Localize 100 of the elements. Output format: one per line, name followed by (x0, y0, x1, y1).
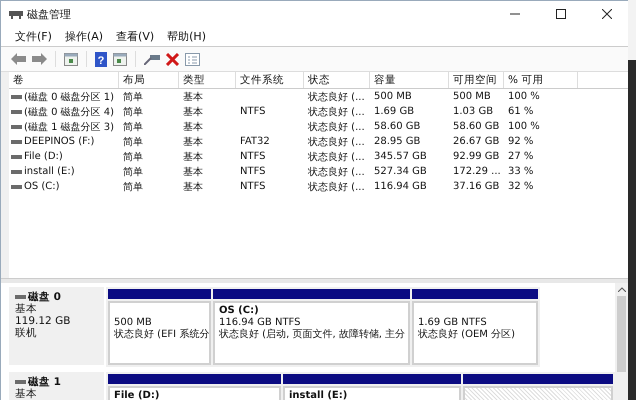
table-cell-text: 92 % (507, 136, 534, 147)
disk-type: 基本 (15, 303, 38, 315)
disk-name: 磁盘 0 (28, 291, 61, 303)
table-cell-text: 基本 (182, 180, 204, 194)
window-title: 磁盘管理 (27, 6, 71, 22)
drive-icon (11, 154, 22, 158)
table-cell-text: 345.57 GB (373, 151, 428, 162)
drive-icon (11, 124, 22, 128)
column-header[interactable]: 文件系统 (236, 72, 304, 88)
close-icon[interactable] (602, 9, 612, 19)
table-cell-text: 简单 (122, 136, 144, 148)
column-header[interactable]: 可用空间 (449, 72, 504, 88)
column-header[interactable]: 布局 (119, 72, 179, 88)
table-cell-text: 1.03 GB (452, 106, 494, 117)
disk-name: 磁盘 1 (28, 376, 61, 388)
delete-icon[interactable] (166, 52, 179, 66)
table-cell-text: 状态良好 (... (307, 180, 366, 194)
table-cell-text: 简单 (122, 166, 144, 178)
scrollbar[interactable] (615, 283, 628, 400)
table-cell-text: 33 % (507, 166, 534, 177)
table-cell-text: 58.60 GB (452, 121, 500, 132)
properties-icon[interactable] (185, 52, 200, 66)
column-header[interactable]: 卷 (9, 72, 119, 88)
table-cell-text: NTFS (239, 106, 267, 117)
partition-detail: 状态良好 (OEM 分区) (418, 329, 516, 341)
table-cell-text: 基本 (182, 120, 204, 134)
table-cell-text: 92.99 GB (452, 151, 500, 162)
disk-size: 119.12 GB (15, 315, 72, 327)
table-cell-text: NTFS (239, 151, 267, 162)
table-cell-text: 26.67 GB (452, 136, 500, 147)
table-cell-text: 状态良好 (... (307, 120, 366, 134)
table-cell-text: NTFS (239, 166, 267, 177)
table-cell-text: 100 % (507, 91, 541, 102)
table-cell-text: 简单 (122, 106, 144, 118)
connect-icon[interactable] (144, 53, 160, 65)
table-cell-text: (磁盘 0 磁盘分区 4) (24, 106, 114, 118)
partition-detail: 状态良好 (启动, 页面文件, 故障转储, 主分 (219, 329, 404, 341)
menu-item[interactable]: 帮助(H) (167, 29, 206, 44)
forward-arrow-icon[interactable] (32, 53, 47, 65)
partition-title: OS (C:) (219, 305, 260, 317)
disk-status: 联机 (15, 327, 38, 339)
table-cell: OS (C:) (24, 181, 60, 192)
drive-icon (15, 380, 26, 384)
table-cell-text: 527.34 GB (373, 166, 428, 177)
column-header[interactable]: % 可用 (504, 72, 578, 88)
table-cell-text: NTFS (239, 181, 267, 192)
table-cell-text: 32 % (507, 181, 534, 192)
table-cell-text: 58.60 GB (373, 121, 422, 132)
maximize-icon[interactable] (556, 9, 566, 19)
panel-icon[interactable] (113, 52, 127, 66)
column-header[interactable]: 状态 (304, 72, 370, 88)
partition-detail: 500 MB (114, 317, 153, 328)
table-cell-text: 100 % (507, 121, 541, 132)
drive-icon (11, 170, 22, 174)
panel-icon[interactable] (64, 52, 78, 66)
partition-title: File (D:) (114, 390, 160, 400)
table-cell-text: 状态良好 (... (307, 106, 366, 118)
partition-detail: 116.94 GB NTFS (219, 317, 302, 328)
table-cell-text: 37.16 GB (452, 181, 500, 192)
help-icon[interactable]: ? (95, 52, 107, 66)
table-cell: install (E:) (24, 166, 75, 177)
menu-item[interactable]: 操作(A) (64, 29, 104, 44)
table-cell-text: 116.94 GB (373, 181, 428, 192)
table-cell-text: 简单 (122, 90, 144, 104)
table-cell-text: 基本 (182, 136, 204, 148)
drive-icon (11, 184, 22, 188)
table-cell-text: 1.69 GB (373, 106, 416, 117)
table-cell-text: 基本 (182, 90, 204, 104)
table-cell: DEEPINOS (F:) (24, 136, 94, 147)
table-cell-text: (磁盘 0 磁盘分区 1) (24, 90, 114, 104)
drive-icon (11, 110, 22, 114)
table-cell-text: FAT32 (239, 136, 271, 147)
drive-icon (11, 94, 22, 98)
table-cell-text: 基本 (182, 106, 204, 118)
table-cell-text: 基本 (182, 150, 204, 164)
table-cell-text: 状态良好 (... (307, 150, 366, 164)
table-cell-text: 状态良好 (... (307, 166, 366, 178)
disk-info-panel[interactable]: 磁盘 0 基本 119.12 GB 联机 (9, 287, 104, 365)
table-cell-text: 简单 (122, 150, 144, 164)
column-header[interactable]: 容量 (370, 72, 449, 88)
partition-detail: 1.69 GB NTFS (418, 317, 488, 328)
table-cell-text: 500 MB (452, 91, 492, 102)
drive-icon (11, 140, 22, 144)
table-cell-text: 简单 (122, 180, 144, 194)
disk-type: 基本 (15, 388, 38, 400)
table-cell: File (D:) (24, 151, 63, 162)
table-cell-text: 172.29 ... (452, 166, 502, 177)
table-cell-text: 状态良好 (... (307, 136, 366, 148)
table-cell-text: 500 MB (373, 91, 413, 102)
caret-up-icon[interactable] (618, 287, 626, 292)
column-header[interactable]: 类型 (179, 72, 236, 88)
table-cell-text: (磁盘 1 磁盘分区 3) (24, 120, 114, 134)
drive-icon (15, 295, 26, 299)
table-cell-text: 状态良好 (... (307, 90, 366, 104)
table-cell-text: 简单 (122, 120, 144, 134)
menu-item[interactable]: 文件(F) (15, 29, 52, 44)
menu-item[interactable]: 查看(V) (116, 29, 154, 44)
table-cell-text: 61 % (507, 106, 534, 117)
back-arrow-icon[interactable] (11, 53, 26, 65)
disk-info-panel[interactable]: 磁盘 1 基本 (9, 372, 104, 400)
